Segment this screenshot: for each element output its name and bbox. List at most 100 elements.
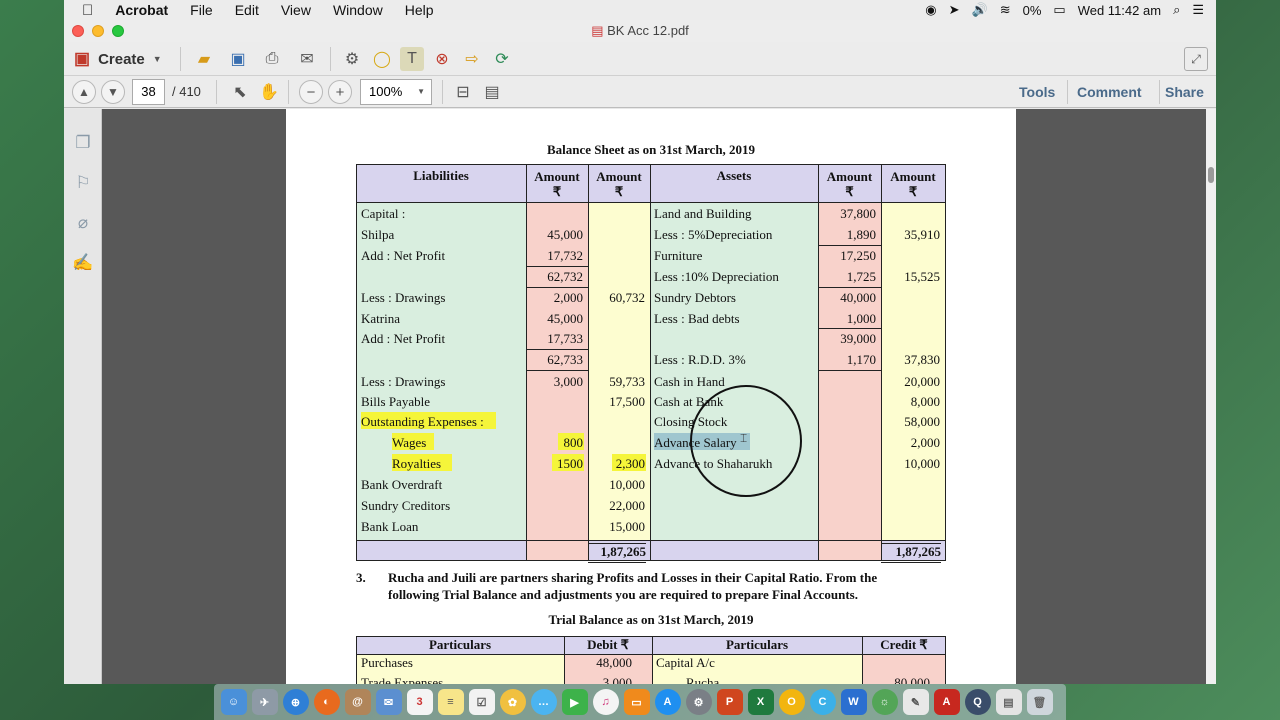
battery-icon[interactable]: ▭ bbox=[1053, 2, 1065, 18]
contacts-icon[interactable]: @ bbox=[344, 689, 371, 715]
export-icon[interactable]: ⇨ bbox=[460, 47, 484, 71]
share-button[interactable]: Share bbox=[1165, 76, 1204, 108]
liability-label: Katrina bbox=[361, 311, 400, 326]
excel-icon[interactable]: X bbox=[747, 689, 774, 715]
hand-tool-icon[interactable]: ✋ bbox=[257, 80, 281, 104]
open-folder-icon[interactable]: ▰ bbox=[192, 47, 216, 71]
word-icon[interactable]: W bbox=[840, 689, 867, 715]
volume-icon[interactable]: 🔊 bbox=[972, 2, 988, 18]
apple-menu-icon[interactable]:  bbox=[82, 2, 93, 19]
zoom-out-button[interactable]: − bbox=[299, 80, 323, 104]
document-icon[interactable]: ▤ bbox=[995, 689, 1022, 715]
safari-icon[interactable]: ⊕ bbox=[282, 689, 309, 715]
comment-button[interactable]: Comment bbox=[1077, 76, 1142, 108]
spotlight-search-icon[interactable]: ⌕ bbox=[1173, 2, 1180, 18]
remove-icon[interactable]: ⊗ bbox=[430, 47, 454, 71]
wifi-icon[interactable]: ≋ bbox=[1000, 2, 1011, 18]
liability-label: Wages bbox=[392, 435, 427, 450]
page-number-input[interactable]: 38 bbox=[132, 79, 165, 105]
plus-icon: + bbox=[335, 83, 345, 101]
zoom-in-button[interactable]: + bbox=[328, 80, 352, 104]
chrome-icon[interactable]: C bbox=[809, 689, 836, 715]
tools-button[interactable]: Tools bbox=[1019, 76, 1055, 108]
notification-center-icon[interactable]: ☰ bbox=[1192, 2, 1204, 18]
fullscreen-icon[interactable]: ⤢ bbox=[1184, 47, 1208, 71]
tb-debit-value: 48,000 bbox=[596, 655, 632, 670]
comment-bubble-icon[interactable]: ◯ bbox=[370, 47, 394, 71]
liability-amount2: 22,000 bbox=[609, 498, 645, 513]
finder-icon[interactable]: ☺ bbox=[220, 689, 247, 715]
next-page-button[interactable]: ▼ bbox=[101, 80, 125, 104]
vertical-scrollbar[interactable] bbox=[1206, 109, 1216, 684]
menu-view[interactable]: View bbox=[281, 2, 311, 18]
battery-percent[interactable]: 0% bbox=[1023, 3, 1042, 18]
liability-amount1: 45,000 bbox=[547, 311, 583, 326]
signatures-icon[interactable]: ✍ bbox=[72, 253, 94, 275]
launchpad-icon[interactable]: ✈ bbox=[251, 689, 278, 715]
itunes-icon[interactable]: ♫ bbox=[592, 689, 619, 715]
save-icon[interactable]: ▣ bbox=[226, 47, 250, 71]
email-icon[interactable]: ✉ bbox=[295, 47, 319, 71]
acrobat-icon[interactable]: A bbox=[933, 689, 960, 715]
calendar-icon[interactable]: 3 bbox=[406, 689, 433, 715]
convert-icon[interactable]: ⟳ bbox=[490, 47, 514, 71]
menu-edit[interactable]: Edit bbox=[235, 2, 259, 18]
attachments-icon[interactable]: ⌀ bbox=[72, 213, 94, 235]
textedit-icon[interactable]: ✎ bbox=[902, 689, 929, 715]
trash-icon[interactable]: 🗑 bbox=[1026, 689, 1053, 715]
menu-window[interactable]: Window bbox=[333, 2, 383, 18]
firefox-icon[interactable]: ◐ bbox=[313, 689, 340, 715]
gear-icon[interactable]: ⚙ bbox=[340, 47, 364, 71]
photos-icon[interactable]: ✿ bbox=[499, 689, 526, 715]
highlight-text-icon[interactable]: T bbox=[400, 47, 424, 71]
notes-icon[interactable]: ≡ bbox=[437, 689, 464, 715]
tb-left-item: Trade Expenses bbox=[361, 675, 444, 684]
toolbar-divider bbox=[216, 80, 217, 104]
app-menu[interactable]: Acrobat bbox=[115, 2, 168, 18]
select-tool-icon[interactable]: ⬉ bbox=[228, 80, 252, 104]
toolbar-divider bbox=[1159, 80, 1160, 104]
menu-help[interactable]: Help bbox=[405, 2, 434, 18]
scrolling-mode-icon[interactable]: ▤ bbox=[480, 80, 504, 104]
document-viewport[interactable]: Balance Sheet as on 31st March, 2019 Lia… bbox=[102, 109, 1206, 684]
outlook-icon[interactable]: O bbox=[778, 689, 805, 715]
record-icon[interactable]: ◉ bbox=[925, 2, 936, 18]
scrollbar-thumb[interactable] bbox=[1208, 167, 1214, 183]
minimize-window-button[interactable] bbox=[92, 25, 104, 37]
network-icon[interactable]: ☼ bbox=[871, 689, 898, 715]
fit-page-icon[interactable]: ⊟ bbox=[451, 80, 475, 104]
previous-page-button[interactable]: ▲ bbox=[72, 80, 96, 104]
powerpoint-icon[interactable]: P bbox=[716, 689, 743, 715]
liability-amount1: 62,732 bbox=[547, 269, 583, 284]
quicktime-icon[interactable]: Q bbox=[964, 689, 991, 715]
system-preferences-icon[interactable]: ⚙ bbox=[685, 689, 712, 715]
subtotal-line bbox=[526, 370, 588, 371]
clock[interactable]: Wed 11:42 am bbox=[1078, 3, 1161, 18]
messages-icon[interactable]: … bbox=[530, 689, 557, 715]
menu-file[interactable]: File bbox=[190, 2, 213, 18]
print-icon[interactable]: ⎙ bbox=[260, 47, 284, 71]
page-thumbnails-icon[interactable]: ❐ bbox=[72, 133, 94, 155]
bookmarks-icon[interactable]: ⚐ bbox=[72, 173, 94, 195]
liability-amount1: 2,000 bbox=[553, 290, 583, 305]
window-title: BK Acc 12.pdf bbox=[607, 23, 689, 38]
mail-icon[interactable]: ✉ bbox=[375, 689, 402, 715]
liability-label: Less : Drawings bbox=[361, 290, 446, 305]
close-window-button[interactable] bbox=[72, 25, 84, 37]
menu-bar:  Acrobat File Edit View Window Help ◉ ➤… bbox=[64, 0, 1216, 20]
zoom-select[interactable]: 100% ▼ bbox=[360, 79, 432, 105]
asset-amount2: 37,830 bbox=[904, 352, 940, 367]
subtotal-line bbox=[818, 245, 881, 246]
location-icon[interactable]: ➤ bbox=[949, 2, 960, 18]
zoom-window-button[interactable] bbox=[112, 25, 124, 37]
create-button[interactable]: ▣ Create ▼ bbox=[74, 48, 162, 70]
table-border bbox=[356, 560, 946, 561]
navigation-toolbar: ▲ ▼ 38 / 410 ⬉ ✋ − + 100% ▼ ⊟ ▤ Tools Co… bbox=[64, 76, 1216, 108]
ibooks-icon[interactable]: ▭ bbox=[623, 689, 650, 715]
liability-amount2: 17,500 bbox=[609, 394, 645, 409]
facetime-icon[interactable]: ▶ bbox=[561, 689, 588, 715]
reminders-icon[interactable]: ☑ bbox=[468, 689, 495, 715]
asset-amount1: 39,000 bbox=[840, 331, 876, 346]
appstore-icon[interactable]: A bbox=[654, 689, 681, 715]
table-border bbox=[356, 654, 946, 655]
